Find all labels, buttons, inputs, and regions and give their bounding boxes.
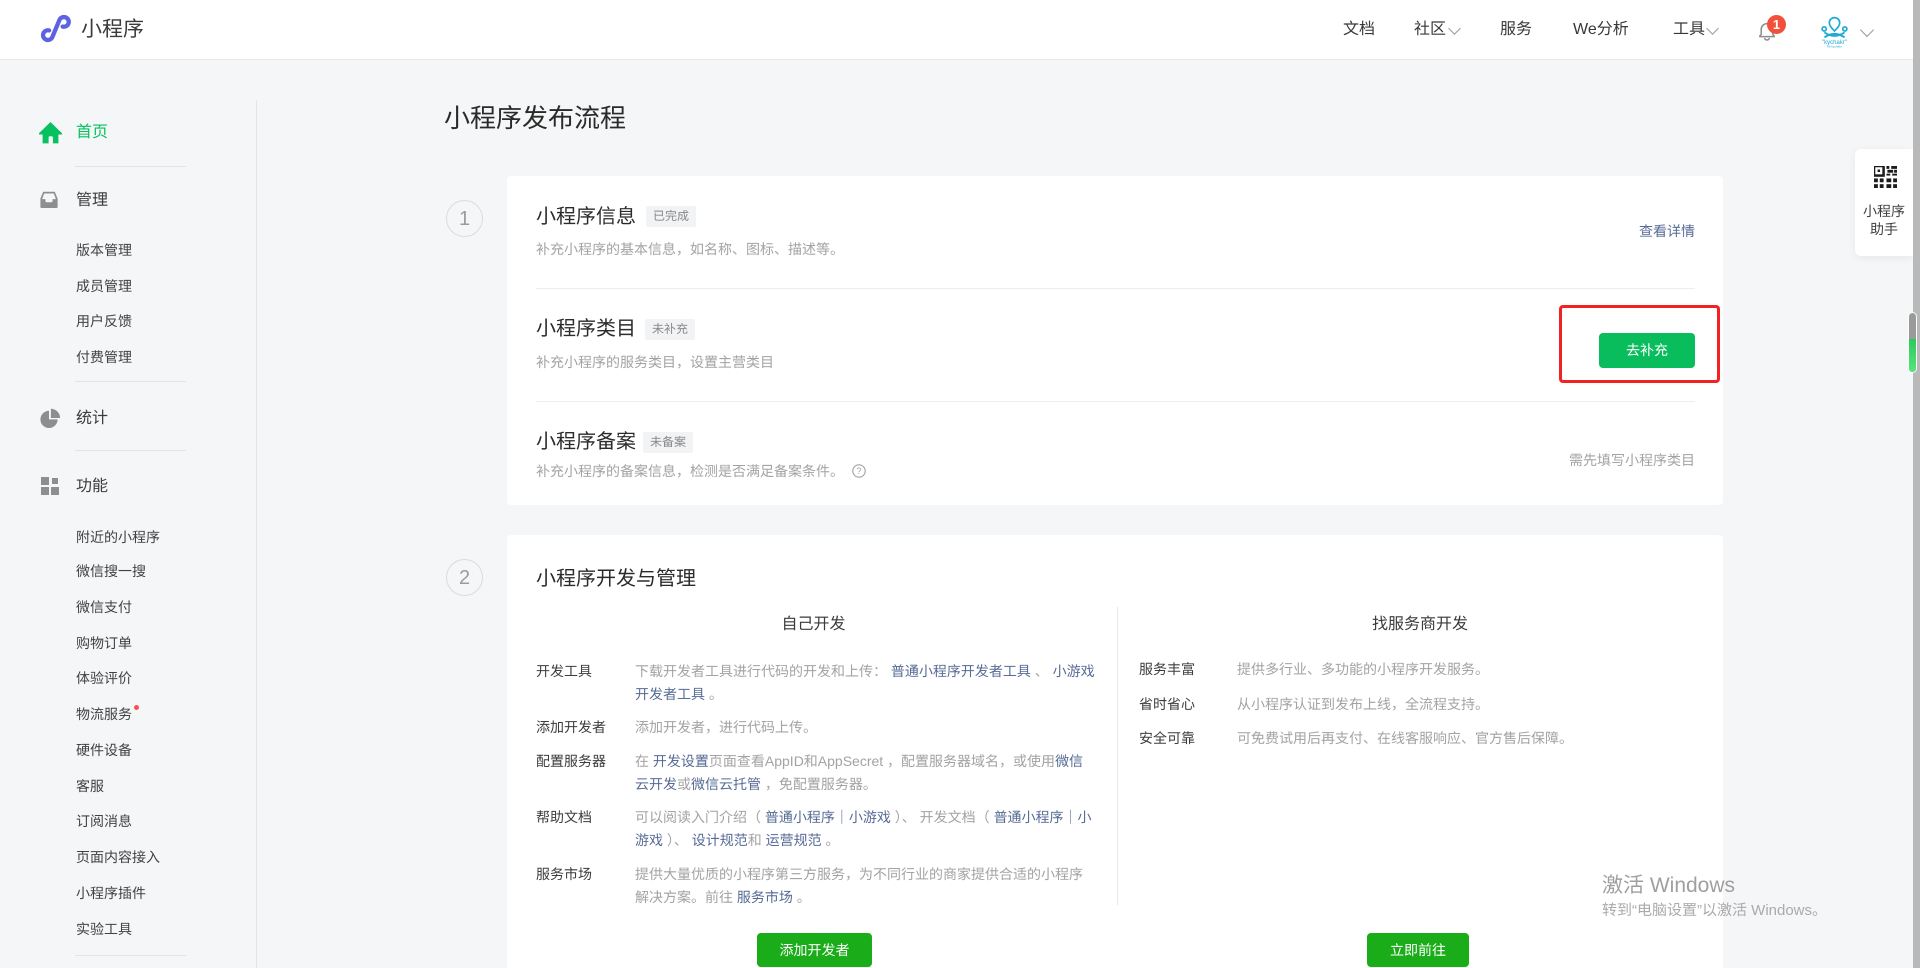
svg-text:?: ? [856,466,861,476]
svg-text:be kychakr: be kychakr [1827,44,1842,48]
